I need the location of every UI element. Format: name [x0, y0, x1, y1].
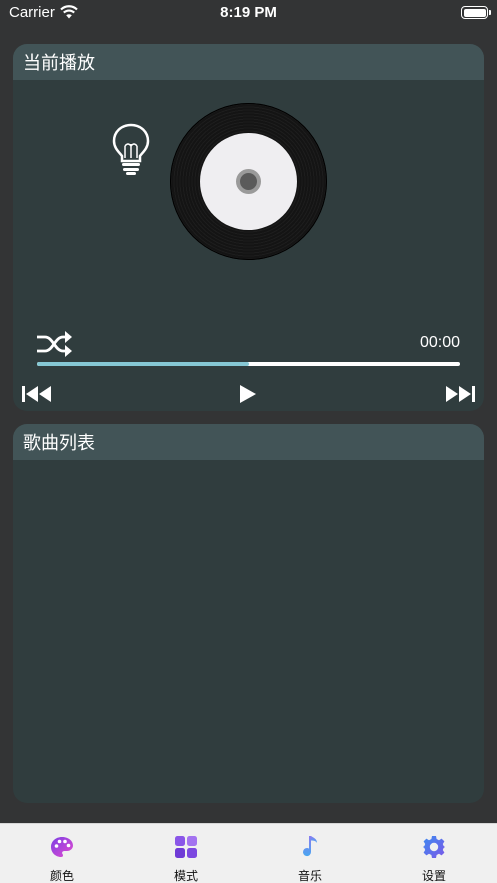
now-playing-title: 当前播放 [23, 53, 95, 74]
tab-mode[interactable]: 模式 [146, 824, 226, 883]
palette-icon [51, 837, 73, 857]
vinyl-record [170, 103, 327, 260]
tab-label-settings: 设置 [421, 869, 446, 883]
progress-slider[interactable] [37, 362, 460, 366]
gear-icon [423, 836, 445, 858]
previous-track-icon[interactable] [21, 383, 52, 405]
progress-fill [37, 362, 249, 366]
song-list-body[interactable] [13, 460, 484, 803]
tab-music[interactable]: 音乐 [270, 824, 350, 883]
song-list-header: 歌曲列表 [13, 424, 484, 460]
battery-icon [461, 6, 491, 19]
tab-label-music: 音乐 [297, 869, 322, 883]
tab-label-mode: 模式 [173, 869, 198, 883]
song-list-title: 歌曲列表 [23, 433, 95, 454]
tab-color[interactable]: 颜色 [22, 824, 102, 883]
music-note-icon [303, 836, 317, 857]
tab-bar: 颜色 模式 音乐 设置 [0, 823, 497, 883]
clock: 8:19 PM [220, 4, 277, 21]
status-bar: Carrier 8:19 PM [0, 0, 497, 26]
playback-controls [0, 383, 497, 405]
song-list-card: 歌曲列表 [13, 424, 484, 803]
lightbulb-icon[interactable] [109, 122, 153, 176]
next-track-icon[interactable] [445, 383, 476, 405]
vinyl-label [200, 133, 297, 230]
tab-label-color: 颜色 [49, 869, 74, 883]
grid-icon [175, 836, 197, 858]
vinyl-spindle [236, 169, 261, 194]
play-icon[interactable] [238, 383, 258, 405]
now-playing-header: 当前播放 [13, 44, 484, 80]
shuffle-icon[interactable] [35, 328, 73, 360]
elapsed-time: 00:00 [419, 334, 460, 351]
tab-settings[interactable]: 设置 [394, 824, 474, 883]
now-playing-card: 当前播放 00:00 [13, 44, 484, 411]
